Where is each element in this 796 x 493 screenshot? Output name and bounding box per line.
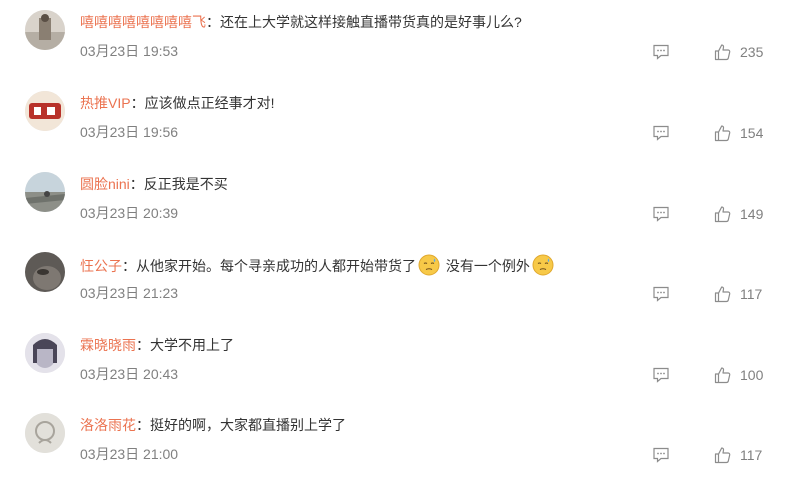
colon: ： xyxy=(129,176,144,192)
username-link[interactable]: 忹公子 xyxy=(80,258,122,274)
avatar[interactable] xyxy=(25,413,65,453)
like-button[interactable]: 149 xyxy=(714,203,763,225)
comment-item: 霖晓晓雨：大学不用上了 03月23日 20:43 100 xyxy=(0,333,796,413)
like-button[interactable]: 117 xyxy=(714,283,762,305)
comment-date: 03月23日 20:43 xyxy=(80,366,179,382)
like-button[interactable]: 117 xyxy=(714,444,762,466)
reply-icon[interactable] xyxy=(652,446,670,464)
comment-text-line: 洛洛雨花：挺好的啊，大家都直播别上学了 xyxy=(80,415,346,435)
colon: ： xyxy=(122,258,136,274)
like-count: 235 xyxy=(740,44,764,60)
thumbs-up-icon xyxy=(714,286,731,303)
colon: ： xyxy=(136,337,150,353)
comment-item: 忹公子：从他家开始。每个寻亲成功的人都开始带货了 没有一个例外 03月23日 2… xyxy=(0,252,796,332)
like-button[interactable]: 154 xyxy=(714,122,763,144)
username-link[interactable]: 热推VIP xyxy=(80,95,131,111)
comment-date: 03月23日 19:53 xyxy=(80,43,179,59)
avatar[interactable] xyxy=(25,252,65,292)
like-count: 117 xyxy=(740,286,763,302)
sweat-face-emoji-icon xyxy=(532,254,554,276)
comment-text-line: 热推VIP：应该做点正经事才对! xyxy=(80,93,274,113)
reply-icon[interactable] xyxy=(652,285,670,303)
comment-item: 嘻嘻嘻嘻嘻嘻嘻嘻飞：还在上大学就这样接触直播带货真的是好事儿么? 03月23日 … xyxy=(0,10,796,90)
comment-date: 03月23日 21:00 xyxy=(80,446,179,462)
comment-date: 03月23日 19:56 xyxy=(80,124,179,140)
like-count: 117 xyxy=(740,447,763,463)
comment-item: 圆脸nini：反正我是不买 03月23日 20:39 149 xyxy=(0,172,796,252)
comment-date: 03月23日 21:23 xyxy=(80,285,179,301)
comment-text: 还在上大学就这样接触直播带货真的是好事儿么? xyxy=(220,14,522,30)
thumbs-up-icon xyxy=(714,125,731,142)
thumbs-up-icon xyxy=(714,447,731,464)
comment-text: 从他家开始。每个寻亲成功的人都开始带货了 xyxy=(136,258,416,274)
comment-text: 大学不用上了 xyxy=(150,337,234,353)
comment-text-line: 霖晓晓雨：大学不用上了 xyxy=(80,335,234,355)
comment-date: 03月23日 20:39 xyxy=(80,205,179,221)
like-count: 154 xyxy=(740,125,764,141)
comment-text: 挺好的啊，大家都直播别上学了 xyxy=(150,417,346,433)
comment-text: 反正我是不买 xyxy=(143,176,228,192)
like-count: 100 xyxy=(740,367,764,383)
username-link[interactable]: 圆脸nini xyxy=(80,176,130,192)
sweat-face-emoji-icon xyxy=(418,254,440,276)
avatar[interactable] xyxy=(25,91,65,131)
like-button[interactable]: 235 xyxy=(714,41,763,63)
colon: ： xyxy=(136,417,150,433)
colon: ： xyxy=(206,14,220,30)
avatar[interactable] xyxy=(25,172,65,212)
comment-text-line: 嘻嘻嘻嘻嘻嘻嘻嘻飞：还在上大学就这样接触直播带货真的是好事儿么? xyxy=(80,12,522,32)
reply-icon[interactable] xyxy=(652,124,670,142)
username-link[interactable]: 霖晓晓雨 xyxy=(80,337,136,353)
comment-text-line: 忹公子：从他家开始。每个寻亲成功的人都开始带货了 没有一个例外 xyxy=(80,254,556,276)
like-button[interactable]: 100 xyxy=(714,364,763,386)
comment-item: 热推VIP：应该做点正经事才对! 03月23日 19:56 154 xyxy=(0,91,796,171)
thumbs-up-icon xyxy=(714,367,731,384)
comment-text: 应该做点正经事才对! xyxy=(144,95,275,111)
username-link[interactable]: 洛洛雨花 xyxy=(80,417,136,433)
comment-item: 洛洛雨花：挺好的啊，大家都直播别上学了 03月23日 21:00 117 xyxy=(0,413,796,493)
reply-icon[interactable] xyxy=(652,43,670,61)
comment-text-line: 圆脸nini：反正我是不买 xyxy=(80,174,228,194)
thumbs-up-icon xyxy=(714,206,731,223)
username-link[interactable]: 嘻嘻嘻嘻嘻嘻嘻嘻飞 xyxy=(80,14,206,30)
reply-icon[interactable] xyxy=(652,366,670,384)
like-count: 149 xyxy=(740,206,764,222)
avatar[interactable] xyxy=(25,10,65,50)
colon: ： xyxy=(130,95,145,111)
thumbs-up-icon xyxy=(714,44,731,61)
reply-icon[interactable] xyxy=(652,205,670,223)
comment-text-continued: 没有一个例外 xyxy=(445,258,530,274)
avatar[interactable] xyxy=(25,333,65,373)
